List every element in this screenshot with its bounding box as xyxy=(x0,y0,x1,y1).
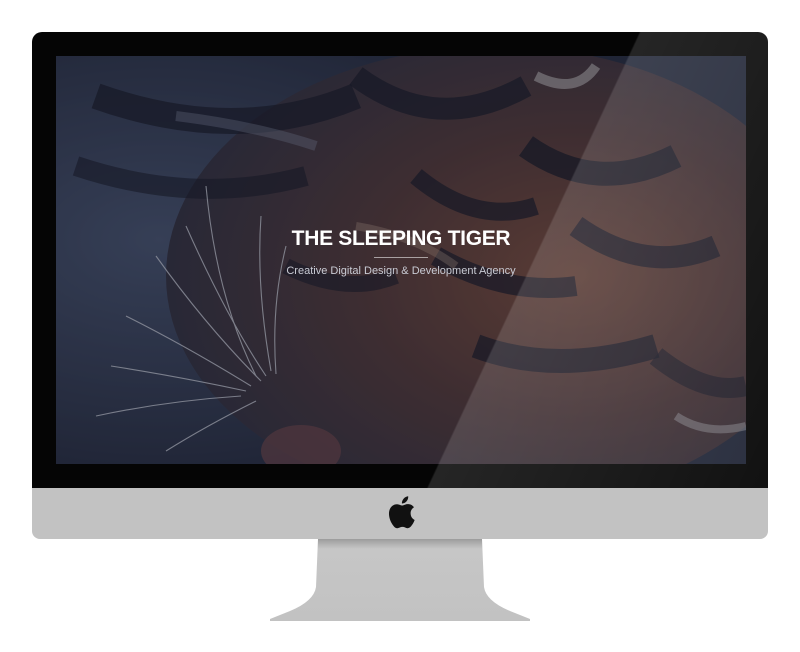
apple-logo-icon xyxy=(388,496,415,529)
hero-section: THE SLEEPING TIGER Creative Digital Desi… xyxy=(56,226,746,278)
monitor-stand xyxy=(270,539,530,621)
hero-title: THE SLEEPING TIGER xyxy=(291,227,511,250)
hero-subtitle: Creative Digital Design & Development Ag… xyxy=(286,265,516,277)
hero-divider xyxy=(374,257,428,258)
imac-mockup: THE SLEEPING TIGER Creative Digital Desi… xyxy=(0,0,800,652)
monitor-screen: THE SLEEPING TIGER Creative Digital Desi… xyxy=(56,56,746,464)
monitor-bezel: THE SLEEPING TIGER Creative Digital Desi… xyxy=(32,32,768,488)
monitor-chin xyxy=(32,488,768,539)
